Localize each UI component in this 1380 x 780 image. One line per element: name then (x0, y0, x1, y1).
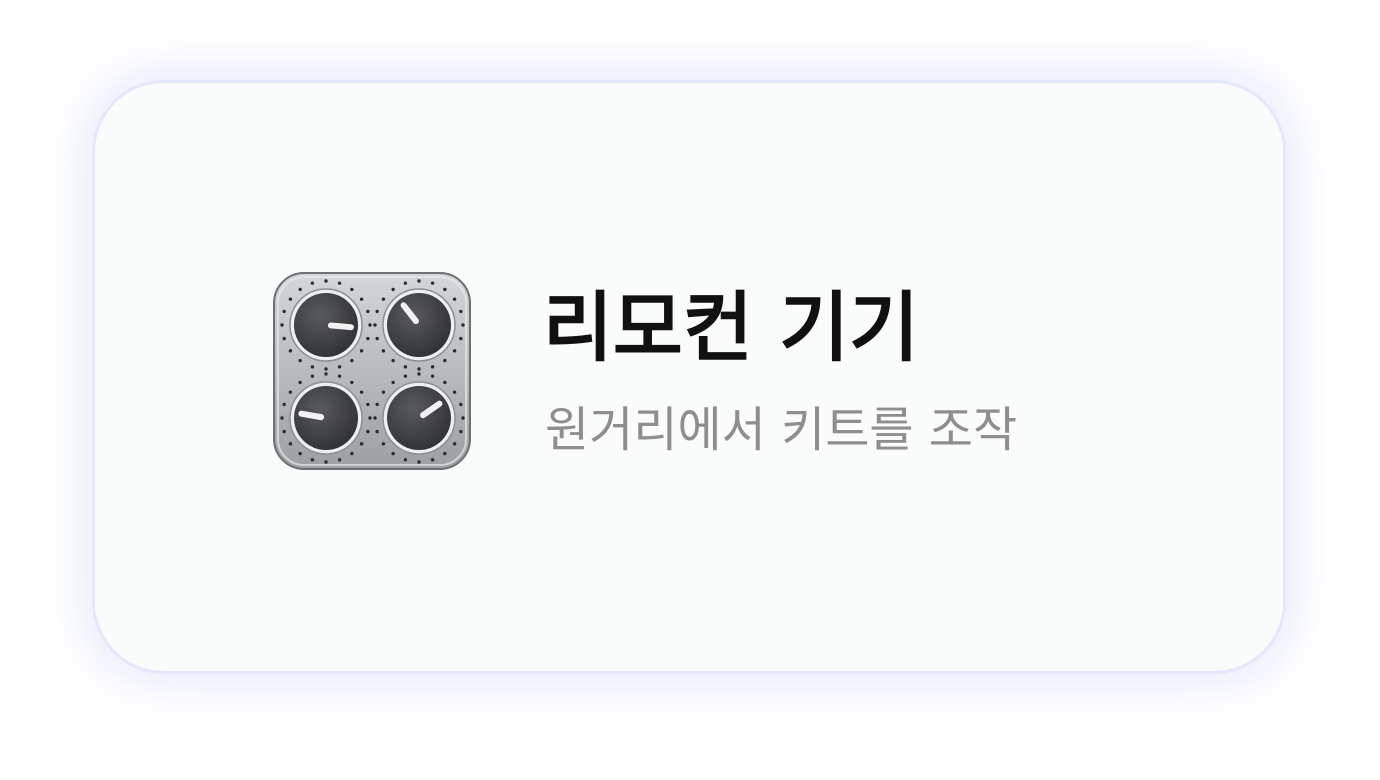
widget-title: 리모컨 기기 (543, 283, 920, 372)
remote-device-card[interactable] (92, 80, 1286, 674)
widget-subtitle: 원거리에서 키트를 조작 (545, 402, 1018, 458)
control-knobs-icon (273, 272, 471, 470)
screen-background: 리모컨 기기 원거리에서 키트를 조작 (0, 0, 1380, 780)
